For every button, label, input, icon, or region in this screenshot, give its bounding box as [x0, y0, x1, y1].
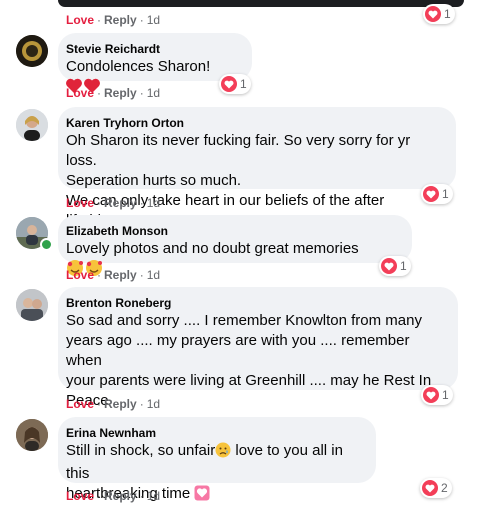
- comment-bubble: Stevie Reichardt Condolences Sharon!: [58, 33, 252, 93]
- reply-button[interactable]: Reply: [104, 196, 137, 210]
- commenter-name[interactable]: Karen Tryhorn Orton: [66, 115, 444, 131]
- heart-with-ribbon-icon: [194, 485, 210, 507]
- commenter-name[interactable]: Brenton Roneberg: [66, 295, 446, 311]
- comment-time[interactable]: 1d: [147, 86, 160, 100]
- heart-icon: [423, 387, 439, 403]
- comment-time[interactable]: 1d: [147, 13, 160, 27]
- comment-actions: Love · Reply · 1d: [66, 489, 161, 503]
- heart-icon: [425, 6, 441, 22]
- comment-bubble: Elizabeth Monson Lovely photos and no do…: [58, 215, 412, 276]
- reaction-count[interactable]: 1: [421, 184, 453, 204]
- comment-bubble: Erina Newnham Still in shock, so unfair …: [58, 417, 376, 502]
- reply-button[interactable]: Reply: [104, 489, 137, 503]
- comment-bubble: Brenton Roneberg So sad and sorry .... I…: [58, 287, 458, 409]
- comment-actions: Love · Reply · 1d: [66, 397, 161, 411]
- avatar[interactable]: [16, 419, 48, 451]
- commenter-name[interactable]: Elizabeth Monson: [66, 223, 400, 239]
- heart-icon: [422, 480, 438, 496]
- love-button[interactable]: Love: [66, 86, 94, 100]
- love-button[interactable]: Love: [66, 397, 94, 411]
- reply-button[interactable]: Reply: [104, 86, 137, 100]
- heart-icon: [423, 186, 439, 202]
- comment-actions: Love · Reply · 1d: [66, 268, 161, 282]
- reaction-count[interactable]: 1: [219, 74, 251, 94]
- love-button[interactable]: Love: [66, 489, 94, 503]
- love-button[interactable]: Love: [66, 268, 94, 282]
- reaction-count[interactable]: 1: [421, 385, 453, 405]
- heart-icon: [381, 258, 397, 274]
- love-button[interactable]: Love: [66, 13, 94, 27]
- comment-actions: Love · Reply · 1d: [66, 196, 161, 210]
- commenter-name[interactable]: Erina Newnham: [66, 425, 364, 441]
- reaction-count[interactable]: 2: [420, 478, 452, 498]
- comment-time[interactable]: 1d: [147, 397, 160, 411]
- comment-actions: Love · Reply · 1d: [66, 86, 161, 100]
- reply-button[interactable]: Reply: [104, 397, 137, 411]
- commenter-name[interactable]: Stevie Reichardt: [66, 41, 240, 57]
- sad-face-icon: [215, 442, 231, 464]
- avatar[interactable]: [16, 35, 48, 67]
- comment-actions-top: Love · Reply · 1d: [66, 13, 161, 27]
- heart-icon: [221, 76, 237, 92]
- comment-time[interactable]: 1d: [147, 268, 160, 282]
- online-dot: [40, 238, 53, 251]
- comment-time[interactable]: 1d: [147, 489, 160, 503]
- avatar[interactable]: [16, 109, 48, 141]
- previous-comment-bubble: [58, 0, 464, 7]
- reply-button[interactable]: Reply: [104, 268, 137, 282]
- reaction-count[interactable]: 1: [423, 4, 455, 24]
- comment-text: So sad and sorry .... I remember Knowlto…: [66, 312, 432, 409]
- comment-time[interactable]: 1d: [147, 196, 160, 210]
- love-button[interactable]: Love: [66, 196, 94, 210]
- avatar[interactable]: [16, 289, 48, 321]
- reply-button[interactable]: Reply: [104, 13, 137, 27]
- comment-bubble: Karen Tryhorn Orton Oh Sharon its never …: [58, 107, 456, 229]
- reaction-count[interactable]: 1: [379, 256, 411, 276]
